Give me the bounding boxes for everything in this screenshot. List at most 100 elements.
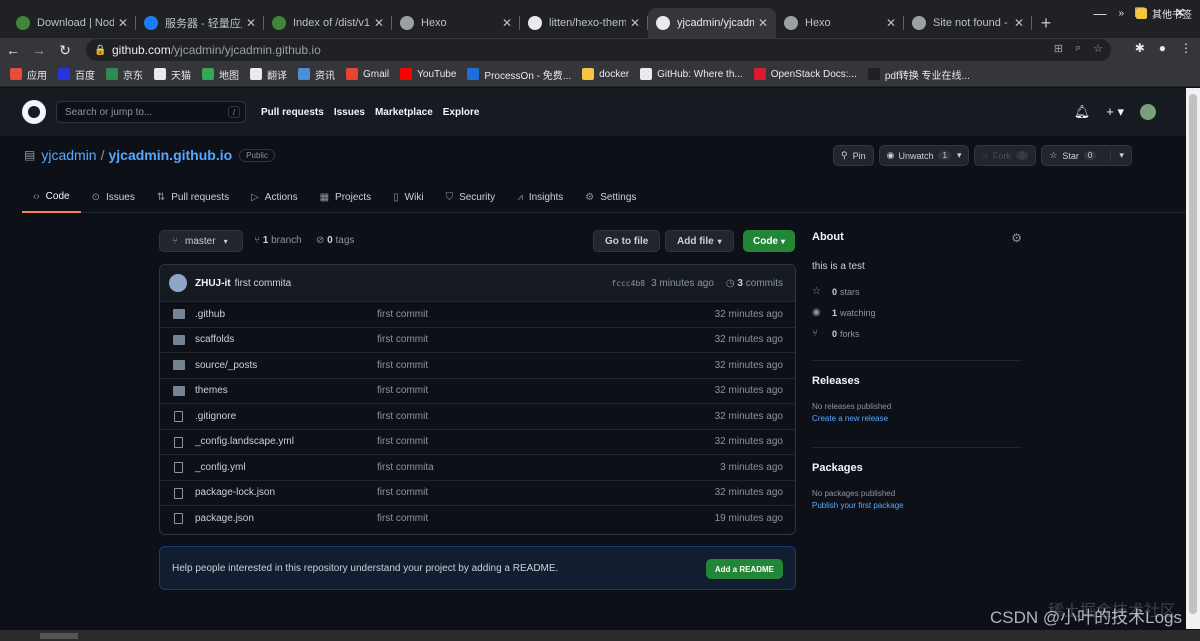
- file-row[interactable]: .github first commit 32 minutes ago: [160, 302, 795, 328]
- file-name-link[interactable]: package.json: [195, 513, 254, 524]
- file-name-link[interactable]: _config.landscape.yml: [195, 436, 294, 447]
- file-name-link[interactable]: source/_posts: [195, 360, 257, 371]
- file-row[interactable]: source/_posts first commit 32 minutes ago: [160, 353, 795, 379]
- commit-message[interactable]: first commita: [235, 278, 292, 289]
- file-row[interactable]: scaffolds first commit 32 minutes ago: [160, 328, 795, 353]
- unwatch-button[interactable]: ◉ Unwatch 1 ▾: [878, 145, 970, 166]
- add-readme-button[interactable]: Add a README: [705, 559, 783, 579]
- repo-name-link[interactable]: yjcadmin.github.io: [108, 147, 232, 163]
- gear-icon[interactable]: ⚙: [1011, 231, 1022, 245]
- commits-link[interactable]: ◷ 3 commits: [726, 278, 783, 289]
- profile-icon[interactable]: ●: [1159, 41, 1166, 55]
- tab-code[interactable]: ‹› Code: [22, 182, 81, 213]
- close-tab-icon[interactable]: ✕: [118, 16, 128, 30]
- browser-tab[interactable]: yjcadmin/yjcadmin ✕: [648, 8, 776, 38]
- bookmark-item[interactable]: 京东: [106, 67, 143, 82]
- forks-link[interactable]: ⑂ 0 forks: [812, 328, 1022, 339]
- forward-icon[interactable]: →: [26, 42, 52, 58]
- bookmark-item[interactable]: 地图: [202, 67, 239, 82]
- file-commit-message[interactable]: first commit: [377, 385, 428, 396]
- commit-author[interactable]: ZHUJ-it: [195, 278, 231, 289]
- browser-tab[interactable]: 服务器 - 轻量应用 ✕: [136, 8, 264, 38]
- close-tab-icon[interactable]: ✕: [758, 16, 768, 30]
- file-name-link[interactable]: package-lock.json: [195, 487, 275, 498]
- bookmark-item[interactable]: 资讯: [298, 67, 335, 82]
- branch-select[interactable]: ⑂ master ▾: [159, 230, 243, 252]
- commit-author-avatar[interactable]: [169, 274, 187, 292]
- publish-package-link[interactable]: Publish your first package: [812, 501, 1022, 510]
- notifications-bell-icon[interactable]: 🔔︎: [1074, 104, 1091, 120]
- bookmark-item[interactable]: docker: [582, 68, 629, 80]
- close-tab-icon[interactable]: ✕: [630, 16, 640, 30]
- bookmark-item[interactable]: 天猫: [154, 67, 191, 82]
- bookmark-star-icon[interactable]: ☆: [1093, 42, 1103, 55]
- horizontal-scrollbar[interactable]: [0, 630, 1200, 641]
- more-bookmarks-icon[interactable]: »: [1118, 8, 1124, 19]
- bookmark-item[interactable]: 应用: [10, 67, 47, 82]
- back-icon[interactable]: ←: [0, 42, 26, 58]
- bookmark-item[interactable]: ProcessOn - 免费...: [467, 67, 571, 82]
- bookmark-item[interactable]: OpenStack Docs:...: [753, 68, 857, 80]
- add-file-button[interactable]: Add file ▾: [665, 230, 734, 252]
- github-logo-icon[interactable]: [22, 100, 46, 124]
- file-commit-message[interactable]: first commit: [377, 436, 428, 447]
- star-button[interactable]: ☆ Star 0 ▾: [1041, 145, 1132, 166]
- tab-insights[interactable]: ⩘ Insights: [506, 182, 574, 213]
- close-tab-icon[interactable]: ✕: [246, 16, 256, 30]
- minimize-icon[interactable]: —: [1080, 0, 1120, 26]
- other-bookmarks[interactable]: » 其他书签: [1118, 6, 1192, 21]
- stars-link[interactable]: ☆ 0 stars: [812, 286, 1022, 297]
- address-bar[interactable]: 🔒 github.com/yjcadmin/yjcadmin.github.io…: [86, 39, 1111, 61]
- commit-sha[interactable]: fccc4b8: [611, 279, 645, 289]
- tab-pull-requests[interactable]: ⇅ Pull requests: [146, 182, 240, 213]
- repo-owner-link[interactable]: yjcadmin: [41, 147, 96, 163]
- file-row[interactable]: package.json first commit 19 minutes ago: [160, 506, 795, 532]
- scrollbar-thumb[interactable]: [1189, 94, 1197, 614]
- pin-button[interactable]: ⚲ Pin: [833, 145, 874, 166]
- nav-issues[interactable]: Issues: [334, 107, 365, 118]
- file-row[interactable]: _config.landscape.yml first commit 32 minu…: [160, 430, 795, 455]
- file-name-link[interactable]: .gitignore: [195, 411, 236, 422]
- file-row[interactable]: .gitignore first commit 32 minutes ago: [160, 404, 795, 430]
- file-row[interactable]: package-lock.json first commit 32 minutes …: [160, 481, 795, 506]
- tab-issues[interactable]: ⊙ Issues: [81, 182, 146, 213]
- tab-actions[interactable]: ▷ Actions: [240, 182, 309, 213]
- browser-tab[interactable]: Site not found - G ✕: [904, 8, 1032, 38]
- extensions-icon[interactable]: ✱: [1135, 41, 1145, 55]
- browser-tab[interactable]: Hexo ✕: [392, 8, 520, 38]
- go-to-file-button[interactable]: Go to file: [593, 230, 661, 252]
- fork-button[interactable]: ⑂ Fork 0: [974, 145, 1037, 166]
- nav-pull-requests[interactable]: Pull requests: [261, 107, 324, 118]
- create-new-icon[interactable]: + ▾: [1106, 104, 1124, 120]
- tab-projects[interactable]: ▦ Projects: [309, 182, 383, 213]
- search-input[interactable]: Search or jump to... /: [56, 101, 246, 123]
- bookmark-item[interactable]: GitHub: Where th...: [640, 68, 743, 80]
- code-button[interactable]: Code ▾: [742, 230, 795, 252]
- watching-link[interactable]: ◉ 1 watching: [812, 307, 1022, 318]
- tab-settings[interactable]: ⚙ Settings: [574, 182, 647, 213]
- file-commit-message[interactable]: first commit: [377, 487, 428, 498]
- bookmark-item[interactable]: pdf转换 专业在线...: [867, 67, 970, 82]
- file-name-link[interactable]: themes: [195, 385, 228, 396]
- browser-tab[interactable]: Index of /dist/v1 ✕: [264, 8, 392, 38]
- releases-title[interactable]: Releases: [812, 375, 1022, 387]
- file-row[interactable]: _config.yml first commita 3 minutes ago: [160, 455, 795, 481]
- tags-link[interactable]: ⊘ 0 tags: [316, 235, 354, 246]
- translate-icon[interactable]: ⊞: [1054, 42, 1063, 55]
- horizontal-scrollbar-thumb[interactable]: [40, 633, 78, 639]
- file-commit-message[interactable]: first commit: [377, 360, 428, 371]
- file-commit-message[interactable]: first commita: [377, 462, 434, 473]
- new-tab-icon[interactable]: +: [1032, 8, 1060, 38]
- bookmark-item[interactable]: Gmail: [346, 68, 389, 80]
- browser-tab[interactable]: Download | Node ✕: [8, 8, 136, 38]
- user-avatar[interactable]: [1140, 104, 1156, 120]
- bookmark-item[interactable]: 翻译: [250, 67, 287, 82]
- close-tab-icon[interactable]: ✕: [502, 16, 512, 30]
- close-tab-icon[interactable]: ✕: [374, 16, 384, 30]
- tab-security[interactable]: ⛉ Security: [435, 182, 507, 213]
- page-scrollbar[interactable]: [1186, 88, 1200, 629]
- nav-explore[interactable]: Explore: [443, 107, 480, 118]
- file-name-link[interactable]: .github: [195, 309, 225, 320]
- file-name-link[interactable]: scaffolds: [195, 334, 234, 345]
- close-tab-icon[interactable]: ✕: [886, 16, 896, 30]
